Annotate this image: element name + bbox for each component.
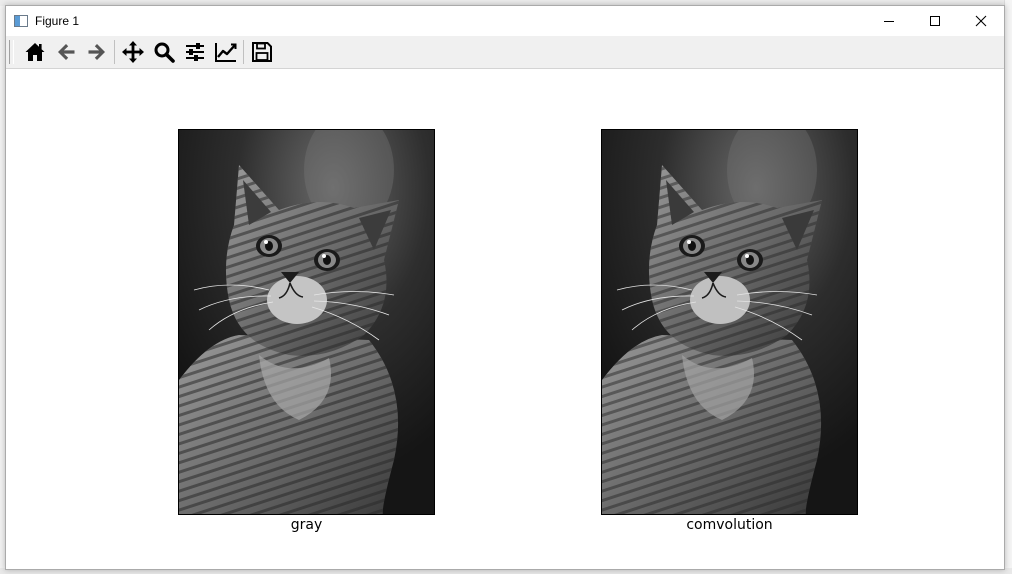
- floppy-disk-icon: [251, 42, 272, 62]
- home-icon: [25, 43, 44, 61]
- background-right-panel: [1004, 0, 1012, 574]
- forward-button[interactable]: [81, 37, 112, 67]
- navigation-toolbar: [6, 36, 1004, 69]
- title-bar[interactable]: Figure 1: [6, 6, 1004, 36]
- axes-label-convolution: comvolution: [686, 517, 773, 533]
- move-icon: [121, 41, 144, 63]
- minimize-icon: [884, 21, 894, 22]
- edit-axes-button[interactable]: [210, 37, 241, 67]
- window-title: Figure 1: [35, 14, 80, 28]
- line-chart-icon: [214, 43, 236, 62]
- minimize-button[interactable]: [866, 6, 912, 36]
- cat-image-convolution: [602, 130, 857, 514]
- axes-label-gray: gray: [290, 517, 323, 533]
- cat-image-gray: [179, 130, 434, 514]
- window-controls: [866, 6, 1004, 36]
- close-icon: [975, 15, 987, 27]
- toolbar-separator: [114, 40, 115, 64]
- configure-subplots-button[interactable]: [179, 37, 210, 67]
- back-button[interactable]: [50, 37, 81, 67]
- close-button[interactable]: [958, 6, 1004, 36]
- zoom-button[interactable]: [148, 37, 179, 67]
- pan-button[interactable]: [117, 37, 148, 67]
- axes-convolution[interactable]: [601, 129, 858, 515]
- arrow-right-icon: [88, 44, 105, 60]
- figure-app-icon: [14, 15, 28, 27]
- home-button[interactable]: [19, 37, 50, 67]
- magnifier-icon: [154, 42, 175, 63]
- sliders-icon: [185, 43, 204, 61]
- figure-window: Figure 1 gray comvolution: [5, 5, 1005, 570]
- figure-canvas[interactable]: gray comvolution: [6, 69, 1004, 569]
- save-button[interactable]: [246, 37, 277, 67]
- maximize-icon: [930, 16, 940, 26]
- arrow-left-icon: [57, 44, 74, 60]
- maximize-button[interactable]: [912, 6, 958, 36]
- toolbar-separator: [243, 40, 244, 64]
- toolbar-grip[interactable]: [9, 40, 14, 64]
- axes-gray[interactable]: [178, 129, 435, 515]
